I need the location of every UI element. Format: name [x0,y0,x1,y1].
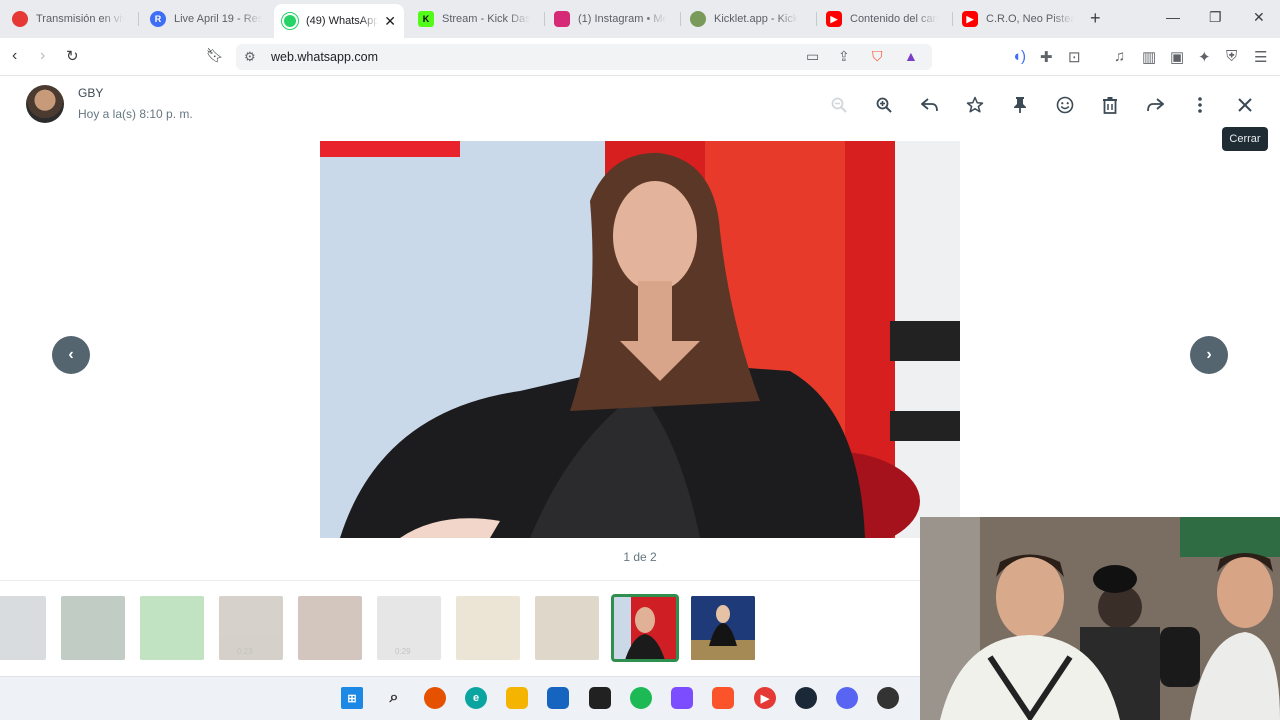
star-icon[interactable] [964,94,986,116]
tab-5[interactable]: (1) Instagram • Messages [546,4,674,34]
next-media-button[interactable]: › [1190,336,1228,374]
share-icon[interactable]: ⇪ [838,48,850,65]
restream-icon: R [150,11,166,27]
media-player-icon[interactable]: ▶ [754,687,776,709]
close-tab-icon[interactable]: ✕ [384,13,396,30]
menu-icon[interactable]: ☰ [1254,48,1267,66]
new-tab-button[interactable]: + [1090,8,1101,29]
restore-icon[interactable]: ❐ [1209,9,1222,26]
media-thumbnail[interactable] [61,596,125,660]
window-close-icon[interactable]: ✕ [1253,9,1265,26]
thumbnail-strip: 0:23 0:29 [0,580,920,676]
emoji-icon[interactable] [1054,94,1076,116]
youtube-studio-icon [12,11,28,27]
tab-whatsapp[interactable]: (49) WhatsApp ✕ [274,4,404,38]
cast-icon[interactable]: ▭ [806,48,819,65]
tab-1[interactable]: Transmisión en vivo [4,4,132,34]
start-icon[interactable]: ⊞ [341,687,363,709]
youtube-icon: ▶ [826,11,842,27]
file-explorer-icon[interactable] [506,687,528,709]
brave-icon[interactable] [712,687,734,709]
brave-rewards-icon[interactable]: ▲ [904,48,918,64]
browser-toolbar: ‹ › ↻ 🔖︎ ⚙ web.whatsapp.com ▭ ⇪ ⛉ ▲ ◖) ✚… [0,38,1280,76]
brave-shields-icon[interactable]: ⛉ [872,48,883,65]
address-bar[interactable]: ⚙ web.whatsapp.com ▭ ⇪ ⛉ ▲ [236,44,932,70]
tab-title: (49) WhatsApp [306,15,378,27]
delete-icon[interactable] [1099,94,1121,116]
screen: Transmisión en vivo R Live April 19 - Re… [0,0,1280,720]
store-icon[interactable] [547,687,569,709]
instagram-icon [554,11,570,27]
media-counter: 1 de 2 [623,550,657,564]
media-thumbnail-selected[interactable] [611,594,679,662]
wallet-icon[interactable]: ▣ [1170,48,1184,66]
app-icon[interactable] [671,687,693,709]
discord-icon[interactable] [836,687,858,709]
tab-title: Transmisión en vivo [36,13,124,25]
extensions-icon[interactable]: ✚ [1040,48,1053,66]
tab-strip: Transmisión en vivo R Live April 19 - Re… [0,0,1280,38]
search-icon[interactable]: ⌕ [383,687,405,709]
message-timestamp: Hoy a la(s) 8:10 p. m. [78,107,193,121]
sender-name: GBY [78,86,104,100]
firefox-icon[interactable] [424,687,446,709]
video-thumbnail[interactable]: 0:23 [219,596,283,660]
forward-icon[interactable] [1144,94,1166,116]
edge-icon[interactable]: e [465,687,487,709]
video-thumbnail[interactable]: 0:29 [377,596,441,660]
spotify-icon[interactable] [630,687,652,709]
media-thumbnail[interactable] [691,596,755,660]
tab-search-icon[interactable]: ⊡ [1068,48,1081,66]
media-thumbnail[interactable] [0,596,46,660]
tab-title: (1) Instagram • Messages [578,13,666,25]
tab-7[interactable]: ▶ Contenido del canal [818,4,946,34]
steam-icon[interactable] [795,687,817,709]
tab-title: Contenido del canal [850,13,938,25]
media-thumbnail[interactable] [140,596,204,660]
sidebar-icon[interactable]: ▥ [1142,48,1156,66]
media-thumbnail[interactable] [535,596,599,660]
tab-title: Stream - Kick Dashboard [442,13,530,25]
tab-title: C.R.O, Neo Pistea [986,13,1074,25]
whatsapp-icon [282,13,298,29]
tab-title: Live April 19 - Restream [174,13,262,25]
vpn-icon[interactable]: ⛨ [1226,48,1237,65]
site-info-icon[interactable]: ⚙ [244,49,256,65]
video-duration: 0:23 [237,647,253,656]
youtube-icon: ▶ [962,11,978,27]
media-thumbnail[interactable] [298,596,362,660]
close-tooltip: Cerrar [1222,127,1268,151]
media-image[interactable] [320,141,960,538]
media-icon[interactable]: ♫ [1114,48,1125,65]
tab-4[interactable]: K Stream - Kick Dashboard [410,4,538,34]
reload-icon[interactable]: ↻ [66,47,79,65]
url-text[interactable]: web.whatsapp.com [271,50,378,64]
tab-8[interactable]: ▶ C.R.O, Neo Pistea [954,4,1082,34]
pin-icon[interactable] [1009,94,1031,116]
obs-icon[interactable] [877,687,899,709]
previous-media-button[interactable]: ‹ [52,336,90,374]
forward-nav-icon[interactable]: › [40,47,45,65]
minimize-icon[interactable]: — [1166,9,1180,25]
kick-icon: K [418,11,434,27]
avatar[interactable] [26,85,64,123]
audio-playing-icon[interactable]: ◖) [1012,48,1026,65]
webcam-overlay [920,517,1280,720]
tab-6[interactable]: Kicklet.app - Kick [682,4,810,34]
leo-ai-icon[interactable]: ✦ [1198,48,1211,66]
tab-title: Kicklet.app - Kick [714,13,799,25]
back-icon[interactable]: ‹ [12,47,17,65]
more-icon[interactable] [1189,94,1211,116]
tab-2[interactable]: R Live April 19 - Restream [142,4,270,34]
zoom-out-icon[interactable] [828,94,850,116]
reply-icon[interactable] [919,94,941,116]
kicklet-icon [690,11,706,27]
media-thumbnail[interactable] [456,596,520,660]
close-icon[interactable] [1234,94,1256,116]
bookmark-icon[interactable]: 🔖︎ [206,47,224,64]
video-duration: 0:29 [395,647,411,656]
zoom-in-icon[interactable] [873,94,895,116]
notepad-icon[interactable] [589,687,611,709]
